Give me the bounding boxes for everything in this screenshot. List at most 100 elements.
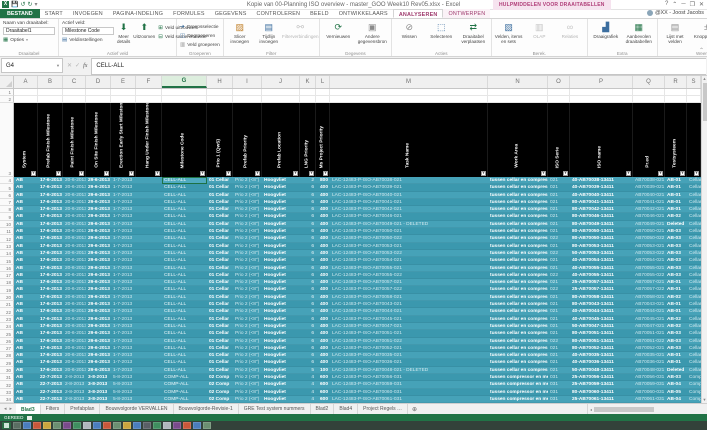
cell-N9[interactable]: tussen cellar en compressor [488, 213, 548, 221]
cell-L25[interactable]: 400 [316, 330, 330, 338]
cell-E11[interactable]: 1-7-2013 [111, 228, 136, 236]
cell-K28[interactable]: 6 [300, 352, 316, 360]
cell-G12[interactable]: CELL-ALL [162, 235, 207, 243]
cell-G11[interactable]: CELL-ALL [162, 228, 207, 236]
cell-C20[interactable]: 20-6-2013 [63, 293, 86, 302]
redo-icon[interactable]: ↻ [28, 1, 33, 9]
cell-E33[interactable]: 5-8-2013 [111, 388, 136, 396]
cell-K30[interactable]: 5 [300, 366, 316, 375]
cell-I31[interactable]: Prio 2 (<8") [233, 374, 262, 382]
cell[interactable] [330, 89, 488, 96]
cell-F4[interactable] [136, 177, 162, 185]
cell-Q32[interactable]: AB70059-031 [633, 381, 665, 389]
cell-S28[interactable]: Cellar [687, 352, 701, 360]
cell-S4[interactable]: Cellar [687, 177, 701, 185]
filter-dropdown-icon[interactable]: ▾ [104, 171, 109, 176]
cell-L18[interactable]: 400 [316, 279, 330, 287]
cell-J11[interactable]: Hoogvliet [262, 228, 300, 236]
cell-O33[interactable]: 031 [548, 388, 570, 396]
cell[interactable] [63, 89, 86, 96]
cell-P29[interactable]: 40-AB70036-13411 [570, 359, 633, 367]
cell-N28[interactable]: tussen cellar en compressor [488, 352, 548, 360]
taskbar-icon-6[interactable] [63, 422, 71, 430]
cell-D23[interactable]: 29-6-2013 [86, 315, 111, 323]
cell-E12[interactable]: 1-7-2013 [111, 235, 136, 243]
column-header-N[interactable]: N [488, 76, 548, 88]
cell-M8[interactable]: LAC-12483-P-ISO-AB70042-021 [330, 206, 488, 214]
cell-N20[interactable]: tussen cellar en compressor [488, 293, 548, 302]
column-header-M[interactable]: M [330, 76, 488, 88]
cell-P9[interactable]: 80-AB70046-13411 [570, 213, 633, 221]
cell-K26[interactable]: 6 [300, 337, 316, 345]
cell-B13[interactable]: 17-6-2013 [38, 242, 63, 250]
cell-F17[interactable] [136, 271, 162, 280]
field-header-task-name[interactable]: Task Name ▾ [330, 103, 488, 177]
cell-M24[interactable]: LAC-12483-P-ISO-AB70047-021 [330, 322, 488, 331]
cell-E5[interactable]: 1-7-2013 [111, 184, 136, 192]
cell-P31[interactable]: 25-AB70056-13411 [570, 374, 633, 382]
cell-N34[interactable]: tussen compressor en mezz [488, 395, 548, 404]
cell-S27[interactable]: Cellar [687, 344, 701, 353]
cell-O30[interactable]: 021 [548, 366, 570, 375]
cell-R5[interactable]: AB-01 [665, 184, 687, 192]
cell-L13[interactable]: 400 [316, 242, 330, 250]
column-header-I[interactable]: I [233, 76, 262, 88]
cell-K19[interactable]: 6 [300, 286, 316, 294]
cell[interactable] [687, 96, 701, 103]
cell[interactable] [316, 89, 330, 96]
field-header-milestone-code[interactable]: Milestone Code ▾ [162, 103, 207, 177]
cell-G4[interactable]: CELL-ALL [162, 177, 207, 185]
wissen-button[interactable]: ⊘ Wissen [395, 21, 424, 40]
tijdlijn-invoegen-button[interactable]: ▤ Tijdlijn invoegen [256, 21, 282, 46]
olap-button[interactable]: ▥ OLAP [525, 21, 553, 40]
cell-N11[interactable]: tussen cellar en compressor [488, 228, 548, 236]
cell-D24[interactable]: 29-6-2013 [86, 322, 111, 331]
cell-D11[interactable]: 29-6-2013 [86, 228, 111, 236]
cell-Q8[interactable]: AB70042-021 [633, 206, 665, 214]
cell-B18[interactable]: 17-6-2013 [38, 279, 63, 287]
cell-Q16[interactable]: AB70055-021 [633, 264, 665, 272]
cell-E19[interactable]: 1-7-2013 [111, 286, 136, 294]
cell-E6[interactable]: 1-7-2013 [111, 191, 136, 199]
cell-S24[interactable]: Cellar [687, 322, 701, 331]
cell-D31[interactable]: 3-8-2013 [86, 374, 111, 382]
cell-A10[interactable]: AB [14, 220, 38, 229]
cell-M11[interactable]: LAC-12483-P-ISO-AB70050-021 [330, 228, 488, 236]
cell-S16[interactable]: Cellar [687, 264, 701, 272]
cell[interactable] [162, 89, 207, 96]
cell-R14[interactable]: AB-03 [665, 249, 687, 258]
cell-H5[interactable]: 01 Cellar [207, 184, 233, 192]
cell-J15[interactable]: Hoogvliet [262, 257, 300, 265]
cell-A14[interactable]: AB [14, 249, 38, 258]
account-info[interactable]: @XX - Joost Jacobs [647, 10, 704, 16]
cell-N8[interactable]: tussen cellar en compressor [488, 206, 548, 214]
cell-S14[interactable]: Cellar [687, 249, 701, 258]
cell-C15[interactable]: 20-6-2013 [63, 257, 86, 265]
cell-R17[interactable]: AB-03 [665, 271, 687, 280]
cell-O31[interactable]: 031 [548, 374, 570, 382]
cell-N31[interactable]: tussen compressor en mezz [488, 374, 548, 382]
cell-L19[interactable]: 400 [316, 286, 330, 294]
cell-B6[interactable]: 17-6-2013 [38, 191, 63, 199]
selecteren-button[interactable]: ⬚ Selecteren [427, 21, 456, 40]
cell-N24[interactable]: tussen cellar en compressor [488, 322, 548, 331]
cell-N13[interactable]: tussen cellar en compressor [488, 242, 548, 250]
cell-C18[interactable]: 20-6-2013 [63, 279, 86, 287]
cell-H14[interactable]: 01 Cellar [207, 249, 233, 258]
cell-R11[interactable]: AB-03 [665, 228, 687, 236]
cell-C31[interactable]: 2-8-2013 [63, 374, 86, 382]
cell-R19[interactable]: AB-01 [665, 286, 687, 294]
cell-L26[interactable]: 400 [316, 337, 330, 345]
cell-O5[interactable]: 021 [548, 184, 570, 192]
cell-H15[interactable]: 01 Cellar [207, 257, 233, 265]
cell-C27[interactable]: 20-6-2013 [63, 344, 86, 353]
cell-Q18[interactable]: AB70057-021 [633, 279, 665, 287]
cell-N22[interactable]: tussen cellar en compressor [488, 308, 548, 316]
cell-F27[interactable] [136, 344, 162, 353]
cell-L29[interactable]: 400 [316, 359, 330, 367]
cell-J14[interactable]: Hoogvliet [262, 249, 300, 258]
field-header-iso-serie[interactable]: ISO Serie ▾ [548, 103, 570, 177]
cell-G6[interactable]: CELL-ALL [162, 191, 207, 199]
cell-R23[interactable]: AB-02 [665, 315, 687, 323]
cell-F31[interactable] [136, 374, 162, 382]
